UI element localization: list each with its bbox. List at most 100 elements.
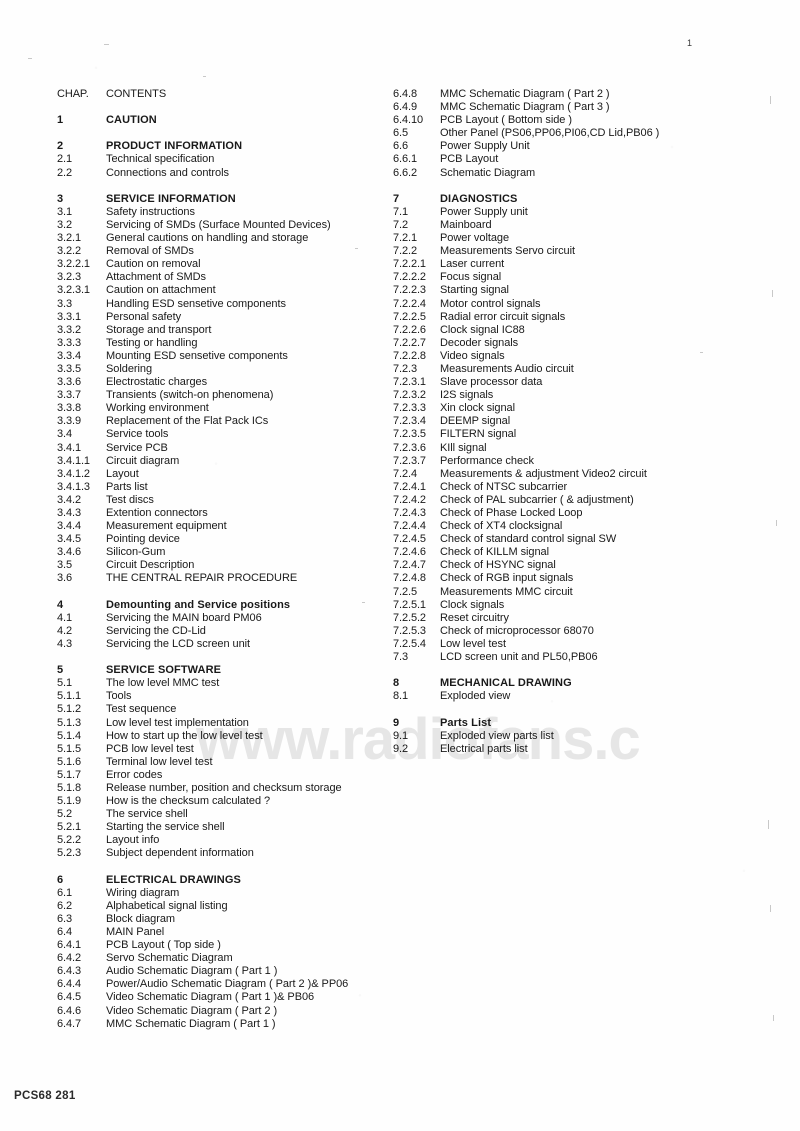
- toc-entry[interactable]: 5.1.6 Terminal low level test: [57, 756, 387, 769]
- toc-entry[interactable]: 8 MECHANICAL DRAWING: [393, 677, 753, 690]
- toc-entry[interactable]: 6.6.2 Schematic Diagram: [393, 167, 753, 180]
- toc-entry[interactable]: 7.2.3.2 I2S signals: [393, 389, 753, 402]
- toc-entry[interactable]: 7.2.1 Power voltage: [393, 232, 753, 245]
- toc-entry[interactable]: 3.3.7 Transients (switch-on phenomena): [57, 389, 387, 402]
- toc-entry[interactable]: 7.2.4.7 Check of HSYNC signal: [393, 559, 753, 572]
- toc-entry[interactable]: 7.2.2.7 Decoder signals: [393, 337, 753, 350]
- toc-entry[interactable]: 1 CAUTION: [57, 114, 387, 127]
- toc-entry[interactable]: 9 Parts List: [393, 717, 753, 730]
- toc-entry[interactable]: 3.2.3 Attachment of SMDs: [57, 271, 387, 284]
- toc-entry[interactable]: 7.2.2.1 Laser current: [393, 258, 753, 271]
- toc-entry[interactable]: 5.1.2 Test sequence: [57, 703, 387, 716]
- toc-entry[interactable]: 7.2.2.8 Video signals: [393, 350, 753, 363]
- toc-entry[interactable]: 7.2.3 Measurements Audio circuit: [393, 363, 753, 376]
- toc-entry[interactable]: 2.1 Technical specification: [57, 153, 387, 166]
- toc-entry[interactable]: 4.1 Servicing the MAIN board PM06: [57, 612, 387, 625]
- toc-entry[interactable]: 9.1 Exploded view parts list: [393, 730, 753, 743]
- toc-entry[interactable]: 6.4.9 MMC Schematic Diagram ( Part 3 ): [393, 101, 753, 114]
- toc-entry[interactable]: 5.1.7 Error codes: [57, 769, 387, 782]
- toc-entry[interactable]: 3 SERVICE INFORMATION: [57, 193, 387, 206]
- toc-entry[interactable]: 3.4 Service tools: [57, 428, 387, 441]
- toc-entry[interactable]: 3.4.1 Service PCB: [57, 442, 387, 455]
- toc-entry[interactable]: 3.2.1 General cautions on handling and st…: [57, 232, 387, 245]
- toc-entry[interactable]: 5.1.3 Low level test implementation: [57, 717, 387, 730]
- toc-entry[interactable]: 2.2 Connections and controls: [57, 167, 387, 180]
- toc-entry[interactable]: 6.4 MAIN Panel: [57, 926, 387, 939]
- toc-entry[interactable]: 3.3.4 Mounting ESD sensetive components: [57, 350, 387, 363]
- toc-entry[interactable]: 5.1.1 Tools: [57, 690, 387, 703]
- toc-entry[interactable]: 4.3 Servicing the LCD screen unit: [57, 638, 387, 651]
- toc-entry[interactable]: 7.2.2.3 Starting signal: [393, 284, 753, 297]
- toc-entry[interactable]: 6.4.3 Audio Schematic Diagram ( Part 1 ): [57, 965, 387, 978]
- toc-entry[interactable]: 7.2.4.5 Check of standard control signal …: [393, 533, 753, 546]
- toc-entry[interactable]: 3.3.1 Personal safety: [57, 311, 387, 324]
- toc-entry[interactable]: 7.2.2.4 Motor control signals: [393, 298, 753, 311]
- toc-entry[interactable]: 3.4.5 Pointing device: [57, 533, 387, 546]
- toc-entry[interactable]: 7.2.3.4 DEEMP signal: [393, 415, 753, 428]
- toc-entry[interactable]: 3.3.3 Testing or handling: [57, 337, 387, 350]
- toc-entry[interactable]: 5.1.4 How to start up the low level test: [57, 730, 387, 743]
- toc-entry[interactable]: 3.2.3.1 Caution on attachment: [57, 284, 387, 297]
- toc-entry[interactable]: 7.2.3.3 Xin clock signal: [393, 402, 753, 415]
- toc-entry[interactable]: 6.6 Power Supply Unit: [393, 140, 753, 153]
- toc-entry[interactable]: 7.2.4.8 Check of RGB input signals: [393, 572, 753, 585]
- toc-entry[interactable]: 6.3 Block diagram: [57, 913, 387, 926]
- toc-entry[interactable]: 7 DIAGNOSTICS: [393, 193, 753, 206]
- toc-entry[interactable]: 3.3.9 Replacement of the Flat Pack ICs: [57, 415, 387, 428]
- toc-entry[interactable]: 6.4.1 PCB Layout ( Top side ): [57, 939, 387, 952]
- toc-entry[interactable]: 3.4.1.1 Circuit diagram: [57, 455, 387, 468]
- toc-entry[interactable]: 5.2.3 Subject dependent information: [57, 847, 387, 860]
- toc-entry[interactable]: 3.6 THE CENTRAL REPAIR PROCEDURE: [57, 572, 387, 585]
- toc-entry[interactable]: 7.2.3.6 KIll signal: [393, 442, 753, 455]
- toc-entry[interactable]: 7.2.3.1 Slave processor data: [393, 376, 753, 389]
- toc-entry[interactable]: 3.2.2 Removal of SMDs: [57, 245, 387, 258]
- toc-entry[interactable]: 6.2 Alphabetical signal listing: [57, 900, 387, 913]
- toc-entry[interactable]: 7.1 Power Supply unit: [393, 206, 753, 219]
- toc-entry[interactable]: 5.1.8 Release number, position and checks…: [57, 782, 387, 795]
- toc-entry[interactable]: 3.4.6 Silicon-Gum: [57, 546, 387, 559]
- toc-entry[interactable]: 7.2.4.1 Check of NTSC subcarrier: [393, 481, 753, 494]
- toc-entry[interactable]: 3.5 Circuit Description: [57, 559, 387, 572]
- toc-entry[interactable]: 2 PRODUCT INFORMATION: [57, 140, 387, 153]
- toc-entry[interactable]: 8.1 Exploded view: [393, 690, 753, 703]
- toc-entry[interactable]: 7.2.2 Measurements Servo circuit: [393, 245, 753, 258]
- toc-entry[interactable]: 7.2.2.2 Focus signal: [393, 271, 753, 284]
- toc-entry[interactable]: 7.2.4.6 Check of KILLM signal: [393, 546, 753, 559]
- toc-entry[interactable]: 7.2.3.7 Performance check: [393, 455, 753, 468]
- toc-entry[interactable]: 6.4.6 Video Schematic Diagram ( Part 2 ): [57, 1005, 387, 1018]
- toc-entry[interactable]: 3.4.1.3 Parts list: [57, 481, 387, 494]
- toc-entry[interactable]: 5.1.9 How is the checksum calculated ?: [57, 795, 387, 808]
- toc-entry[interactable]: 7.2.5.3 Check of microprocessor 68070: [393, 625, 753, 638]
- toc-entry[interactable]: 3.3.6 Electrostatic charges: [57, 376, 387, 389]
- toc-entry[interactable]: 7.2 Mainboard: [393, 219, 753, 232]
- toc-entry[interactable]: 7.3 LCD screen unit and PL50,PB06: [393, 651, 753, 664]
- toc-entry[interactable]: 6.4.7 MMC Schematic Diagram ( Part 1 ): [57, 1018, 387, 1031]
- toc-entry[interactable]: 3.3.8 Working environment: [57, 402, 387, 415]
- toc-entry[interactable]: 4.2 Servicing the CD-Lid: [57, 625, 387, 638]
- toc-entry[interactable]: 3.3.5 Soldering: [57, 363, 387, 376]
- toc-entry[interactable]: 5.1.5 PCB low level test: [57, 743, 387, 756]
- toc-entry[interactable]: 6.5 Other Panel (PS06,PP06,PI06,CD Lid,PB…: [393, 127, 753, 140]
- toc-entry[interactable]: 3.4.2 Test discs: [57, 494, 387, 507]
- toc-entry[interactable]: 3.1 Safety instructions: [57, 206, 387, 219]
- toc-header-row[interactable]: CHAP. CONTENTS: [57, 88, 387, 101]
- toc-entry[interactable]: 4 Demounting and Service positions: [57, 599, 387, 612]
- toc-entry[interactable]: 3.4.1.2 Layout: [57, 468, 387, 481]
- toc-entry[interactable]: 7.2.4.4 Check of XT4 clocksignal: [393, 520, 753, 533]
- toc-entry[interactable]: 7.2.4.3 Check of Phase Locked Loop: [393, 507, 753, 520]
- toc-entry[interactable]: 7.2.5.4 Low level test: [393, 638, 753, 651]
- toc-entry[interactable]: 6 ELECTRICAL DRAWINGS: [57, 874, 387, 887]
- toc-entry[interactable]: 5.2.1 Starting the service shell: [57, 821, 387, 834]
- toc-entry[interactable]: 7.2.5 Measurements MMC circuit: [393, 586, 753, 599]
- toc-entry[interactable]: 3.3.2 Storage and transport: [57, 324, 387, 337]
- toc-entry[interactable]: 7.2.2.6 Clock signal IC88: [393, 324, 753, 337]
- toc-entry[interactable]: 7.2.4 Measurements & adjustment Video2 ci…: [393, 468, 753, 481]
- toc-entry[interactable]: 5.2.2 Layout info: [57, 834, 387, 847]
- toc-entry[interactable]: 3.4.3 Extention connectors: [57, 507, 387, 520]
- toc-entry[interactable]: 5.1 The low level MMC test: [57, 677, 387, 690]
- toc-entry[interactable]: 6.1 Wiring diagram: [57, 887, 387, 900]
- toc-entry[interactable]: 6.4.10 PCB Layout ( Bottom side ): [393, 114, 753, 127]
- toc-entry[interactable]: 6.4.4 Power/Audio Schematic Diagram ( Par…: [57, 978, 387, 991]
- toc-entry[interactable]: 6.4.8 MMC Schematic Diagram ( Part 2 ): [393, 88, 753, 101]
- toc-entry[interactable]: 7.2.2.5 Radial error circuit signals: [393, 311, 753, 324]
